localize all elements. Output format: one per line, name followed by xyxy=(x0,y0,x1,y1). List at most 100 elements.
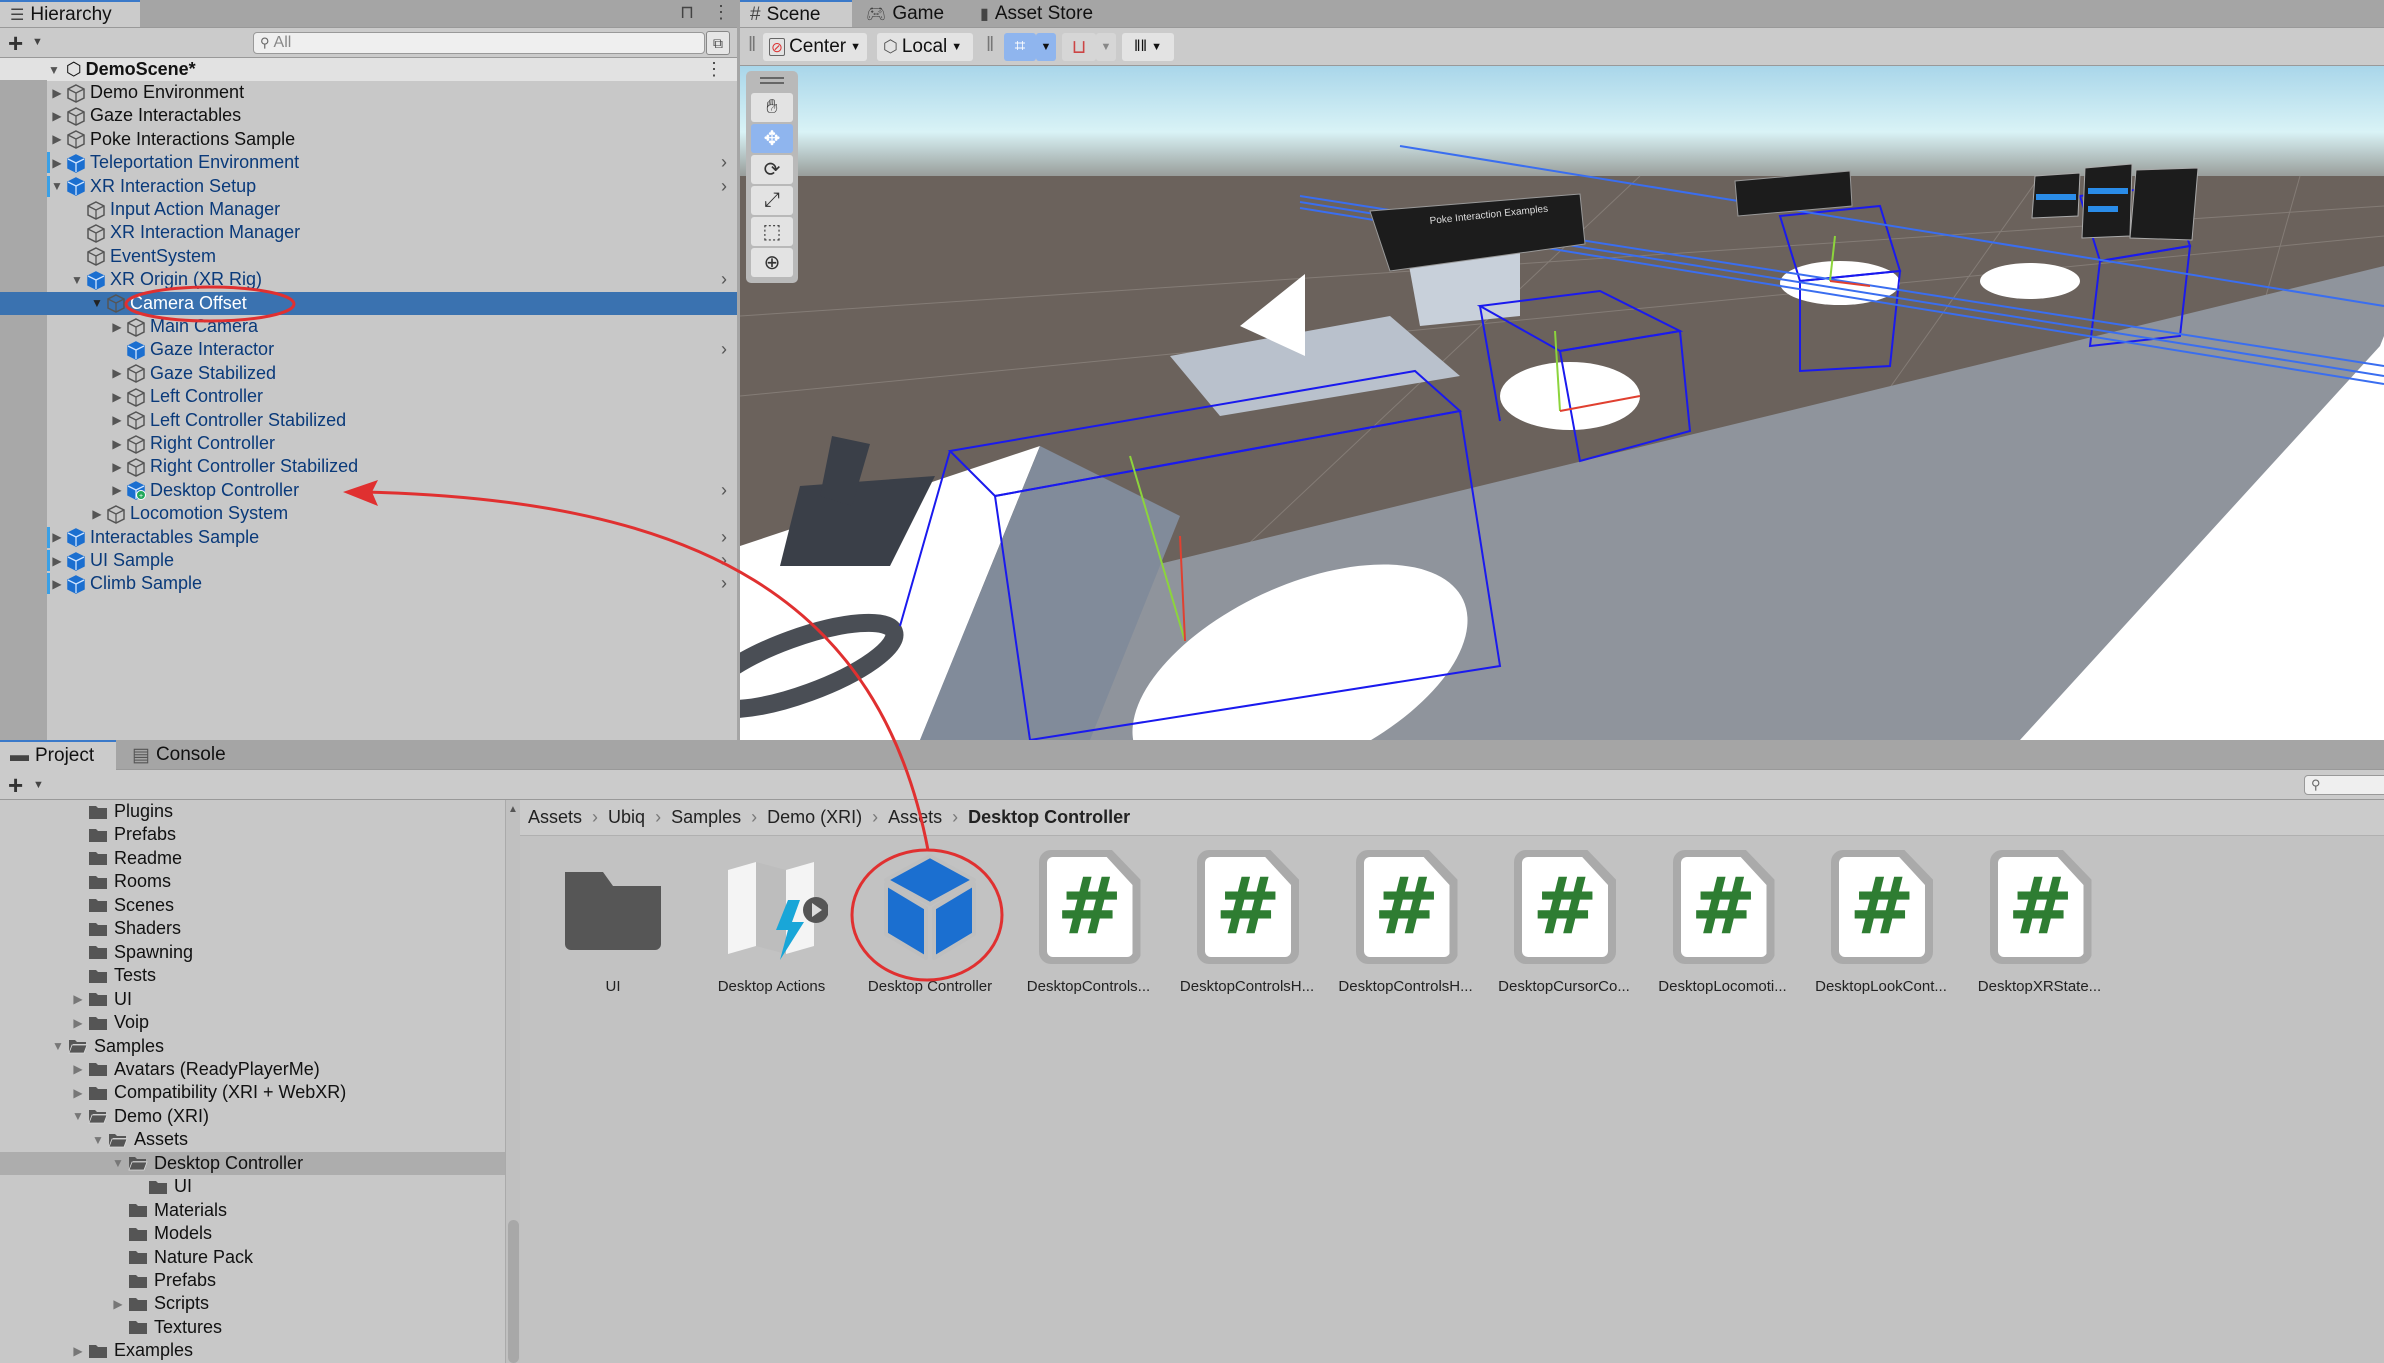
folder-tree-item[interactable]: Shaders xyxy=(0,917,505,940)
asset-item[interactable]: # DesktopControlsH... xyxy=(1172,848,1322,1018)
asset-item[interactable]: # DesktopLocomoti... xyxy=(1648,848,1798,1018)
expand-arrow[interactable]: ▶ xyxy=(108,1297,128,1311)
pivot-mode-dropdown[interactable]: ⊘ Center ▼ xyxy=(763,33,867,61)
folder-tree-item[interactable]: Spawning xyxy=(0,941,505,964)
expand-arrow[interactable]: ▶ xyxy=(48,132,66,146)
folder-tree-item[interactable]: ▶ Avatars (ReadyPlayerMe) xyxy=(0,1058,505,1081)
folder-tree-item[interactable]: Rooms xyxy=(0,870,505,893)
folder-tree-item[interactable]: ▶ UI xyxy=(0,988,505,1011)
hierarchy-item[interactable]: EventSystem xyxy=(0,245,737,268)
hierarchy-item[interactable]: ▶ + Desktop Controller › xyxy=(0,479,737,502)
tab-console[interactable]: ▤ Console xyxy=(122,740,236,770)
folder-tree-item[interactable]: ▼ Samples xyxy=(0,1035,505,1058)
grid-snap-toggle[interactable]: ⌗ xyxy=(1004,33,1036,61)
breadcrumb-item[interactable]: Assets xyxy=(528,807,582,828)
hierarchy-item[interactable]: ▶ Poke Interactions Sample xyxy=(0,128,737,151)
asset-item[interactable]: # DesktopCursorCo... xyxy=(1489,848,1639,1018)
project-search-input[interactable]: ⚲ xyxy=(2304,775,2384,795)
expand-arrow[interactable]: ▶ xyxy=(88,507,106,521)
expand-arrow-open[interactable]: ▼ xyxy=(48,179,66,193)
folder-tree-item[interactable]: Materials xyxy=(0,1199,505,1222)
hierarchy-item[interactable]: ▶ Gaze Stabilized xyxy=(0,362,737,385)
folder-tree-item[interactable]: ▶ Voip xyxy=(0,1011,505,1034)
expand-arrow[interactable]: ▶ xyxy=(108,366,126,380)
lock-icon[interactable]: ⊓ xyxy=(680,2,694,23)
expand-arrow-open[interactable]: ▼ xyxy=(108,1156,128,1170)
pivot-rotation-dropdown[interactable]: ⬡ Local ▼ xyxy=(877,33,973,61)
tab-hierarchy[interactable]: ☰ Hierarchy xyxy=(0,0,140,27)
folder-tree-item[interactable]: Prefabs xyxy=(0,1269,505,1292)
drag-handle-icon[interactable]: ‖ xyxy=(748,34,756,57)
scrollbar-thumb[interactable] xyxy=(508,1220,519,1363)
expand-arrow[interactable]: ▶ xyxy=(68,1062,88,1076)
chevron-right-icon[interactable]: › xyxy=(721,176,727,197)
chevron-right-icon[interactable]: › xyxy=(721,550,727,571)
move-tool-button[interactable]: ✥ xyxy=(751,124,793,153)
expand-arrow-open[interactable]: ▼ xyxy=(88,1133,108,1147)
expand-arrow[interactable]: ▶ xyxy=(108,483,126,497)
hierarchy-item[interactable]: ▶ Left Controller Stabilized xyxy=(0,409,737,432)
breadcrumb-item[interactable]: Ubiq xyxy=(608,807,645,828)
increment-snap-dropdown[interactable]: ▼ xyxy=(1096,33,1116,61)
rotate-tool-button[interactable]: ⟳ xyxy=(751,155,793,184)
breadcrumb-item[interactable]: Demo (XRI) xyxy=(767,807,862,828)
asset-item[interactable]: Desktop Controller xyxy=(855,848,1005,1018)
drag-handle-icon[interactable]: ‖ xyxy=(986,34,994,57)
asset-item[interactable]: # DesktopXRState... xyxy=(1965,848,2115,1018)
folder-tree-item[interactable]: UI xyxy=(0,1175,505,1198)
breadcrumb-item[interactable]: Desktop Controller xyxy=(968,807,1130,828)
hierarchy-item[interactable]: ▶ Right Controller Stabilized xyxy=(0,455,737,478)
folder-tree-item[interactable]: ▶ Examples xyxy=(0,1339,505,1362)
hierarchy-item[interactable]: ▶ Main Camera xyxy=(0,315,737,338)
tab-asset-store[interactable]: ▮ Asset Store xyxy=(970,0,1103,27)
expand-arrow[interactable]: ▶ xyxy=(48,109,66,123)
hierarchy-item[interactable]: ▼ XR Interaction Setup › xyxy=(0,175,737,198)
expand-arrow[interactable]: ▶ xyxy=(48,86,66,100)
folder-tree-item[interactable]: ▼ Assets xyxy=(0,1128,505,1151)
hierarchy-item[interactable]: ▶ Gaze Interactables xyxy=(0,104,737,127)
create-button[interactable]: + xyxy=(8,28,23,59)
tab-game[interactable]: 🎮︎ Game xyxy=(856,0,954,27)
tab-project[interactable]: ▬ Project xyxy=(0,740,116,770)
hierarchy-item[interactable]: ▶ Right Controller xyxy=(0,432,737,455)
hierarchy-item[interactable]: ▼ XR Origin (XR Rig) › xyxy=(0,268,737,291)
expand-arrow[interactable]: ▶ xyxy=(108,437,126,451)
folder-tree-item[interactable]: Nature Pack xyxy=(0,1246,505,1269)
folder-tree-item[interactable]: Models xyxy=(0,1222,505,1245)
folder-tree-item[interactable]: ▼ Demo (XRI) xyxy=(0,1105,505,1128)
chevron-right-icon[interactable]: › xyxy=(721,269,727,290)
asset-item[interactable]: # DesktopControls... xyxy=(1014,848,1164,1018)
chevron-right-icon[interactable]: › xyxy=(721,152,727,173)
hierarchy-item[interactable]: Input Action Manager xyxy=(0,198,737,221)
hierarchy-item[interactable]: ▶ Demo Environment xyxy=(0,81,737,104)
expand-arrow[interactable]: ▼ xyxy=(48,63,60,77)
expand-arrow[interactable]: ▶ xyxy=(48,530,66,544)
expand-arrow-open[interactable]: ▼ xyxy=(68,273,86,287)
chevron-right-icon[interactable]: › xyxy=(721,527,727,548)
asset-item[interactable]: # DesktopLookCont... xyxy=(1806,848,1956,1018)
increment-snap-toggle[interactable]: ⊔ xyxy=(1062,33,1096,61)
folder-tree-item[interactable]: ▼ Desktop Controller xyxy=(0,1151,505,1175)
hierarchy-search-input[interactable]: ⚲ All xyxy=(253,32,705,54)
chevron-right-icon[interactable]: › xyxy=(721,573,727,594)
more-icon[interactable]: ⋮ xyxy=(712,2,730,23)
expand-arrow-open[interactable]: ▼ xyxy=(48,1039,68,1053)
hierarchy-item[interactable]: ▶ UI Sample › xyxy=(0,549,737,572)
expand-arrow[interactable]: ▶ xyxy=(108,390,126,404)
expand-arrow[interactable]: ▶ xyxy=(48,554,66,568)
chevron-down-icon[interactable]: ▼ xyxy=(33,779,44,791)
tab-scene[interactable]: # Scene xyxy=(740,0,852,27)
expand-arrow[interactable]: ▶ xyxy=(48,577,66,591)
folder-tree-item[interactable]: Readme xyxy=(0,847,505,870)
tree-scrollbar[interactable]: ▲ xyxy=(505,800,520,1363)
scroll-up-icon[interactable]: ▲ xyxy=(508,804,518,815)
scene-header-row[interactable]: ▼ ⬡ DemoScene* ⋮ xyxy=(0,58,737,81)
rect-tool-button[interactable]: ⬚ xyxy=(751,217,793,246)
scene-visibility-button[interactable]: ⧉ xyxy=(706,31,730,55)
breadcrumb-item[interactable]: Samples xyxy=(671,807,741,828)
hand-tool-button[interactable]: ✋︎ xyxy=(751,93,793,122)
palette-handle-icon[interactable] xyxy=(760,77,784,79)
hierarchy-item[interactable]: XR Interaction Manager xyxy=(0,221,737,244)
expand-arrow[interactable]: ▶ xyxy=(68,992,88,1006)
hierarchy-item[interactable]: ▶ Climb Sample › xyxy=(0,572,737,595)
